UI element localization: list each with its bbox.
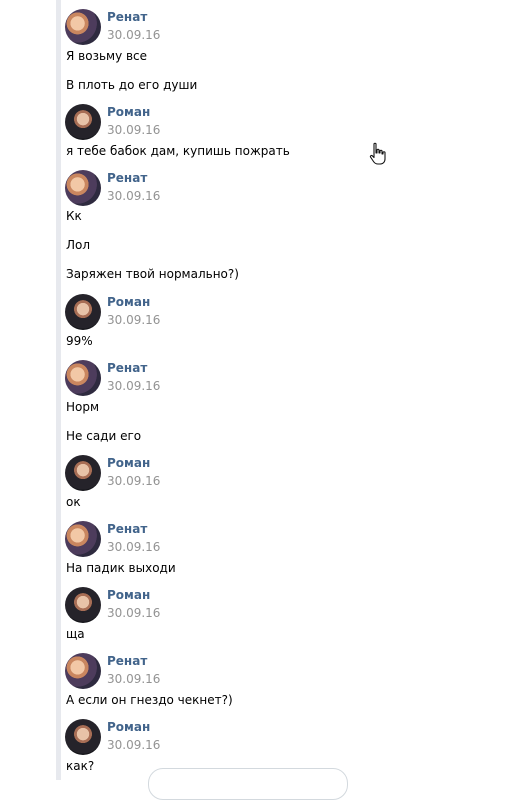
message-date[interactable]: 30.09.16	[107, 540, 160, 554]
conversation-divider-line	[56, 0, 61, 780]
message-text: В плоть до его души	[66, 78, 198, 92]
message-text: На падик выходи	[66, 561, 176, 575]
message-text: Норм	[66, 400, 100, 414]
message-date[interactable]: 30.09.16	[107, 28, 160, 42]
message-text: А если он гнездо чекнет?)	[66, 693, 233, 707]
hand-cursor-icon	[369, 142, 386, 165]
author-name[interactable]: Ренат	[107, 654, 147, 668]
message-date[interactable]: 30.09.16	[107, 474, 160, 488]
message-text: я тебе бабок дам, купишь пожрать	[66, 144, 290, 158]
avatar-roman[interactable]	[65, 719, 101, 755]
message-text: 99%	[66, 334, 93, 348]
author-name[interactable]: Роман	[107, 295, 150, 309]
message-date[interactable]: 30.09.16	[107, 189, 160, 203]
message-text: Кк	[66, 209, 82, 223]
message-input[interactable]	[148, 768, 348, 800]
avatar-roman[interactable]	[65, 455, 101, 491]
message-text: Я возьму все	[66, 49, 148, 63]
message-date[interactable]: 30.09.16	[107, 123, 160, 137]
avatar-renat[interactable]	[65, 9, 101, 45]
message-date[interactable]: 30.09.16	[107, 313, 160, 327]
author-name[interactable]: Роман	[107, 720, 150, 734]
author-name[interactable]: Роман	[107, 105, 150, 119]
avatar-roman[interactable]	[65, 104, 101, 140]
message-text: Заряжен твой нормально?)	[66, 267, 239, 281]
author-name[interactable]: Роман	[107, 588, 150, 602]
author-name[interactable]: Роман	[107, 456, 150, 470]
message-date[interactable]: 30.09.16	[107, 672, 160, 686]
message-text: Не сади его	[66, 429, 142, 443]
message-text: Лол	[66, 238, 91, 252]
message-text: ща	[66, 627, 85, 641]
avatar-renat[interactable]	[65, 170, 101, 206]
author-name[interactable]: Ренат	[107, 522, 147, 536]
message-date[interactable]: 30.09.16	[107, 606, 160, 620]
avatar-roman[interactable]	[65, 294, 101, 330]
avatar-roman[interactable]	[65, 587, 101, 623]
author-name[interactable]: Ренат	[107, 10, 147, 24]
message-date[interactable]: 30.09.16	[107, 379, 160, 393]
avatar-renat[interactable]	[65, 521, 101, 557]
author-name[interactable]: Ренат	[107, 361, 147, 375]
message-date[interactable]: 30.09.16	[107, 738, 160, 752]
avatar-renat[interactable]	[65, 360, 101, 396]
avatar-renat[interactable]	[65, 653, 101, 689]
message-text: как?	[66, 759, 95, 773]
message-text: ок	[66, 495, 81, 509]
author-name[interactable]: Ренат	[107, 171, 147, 185]
